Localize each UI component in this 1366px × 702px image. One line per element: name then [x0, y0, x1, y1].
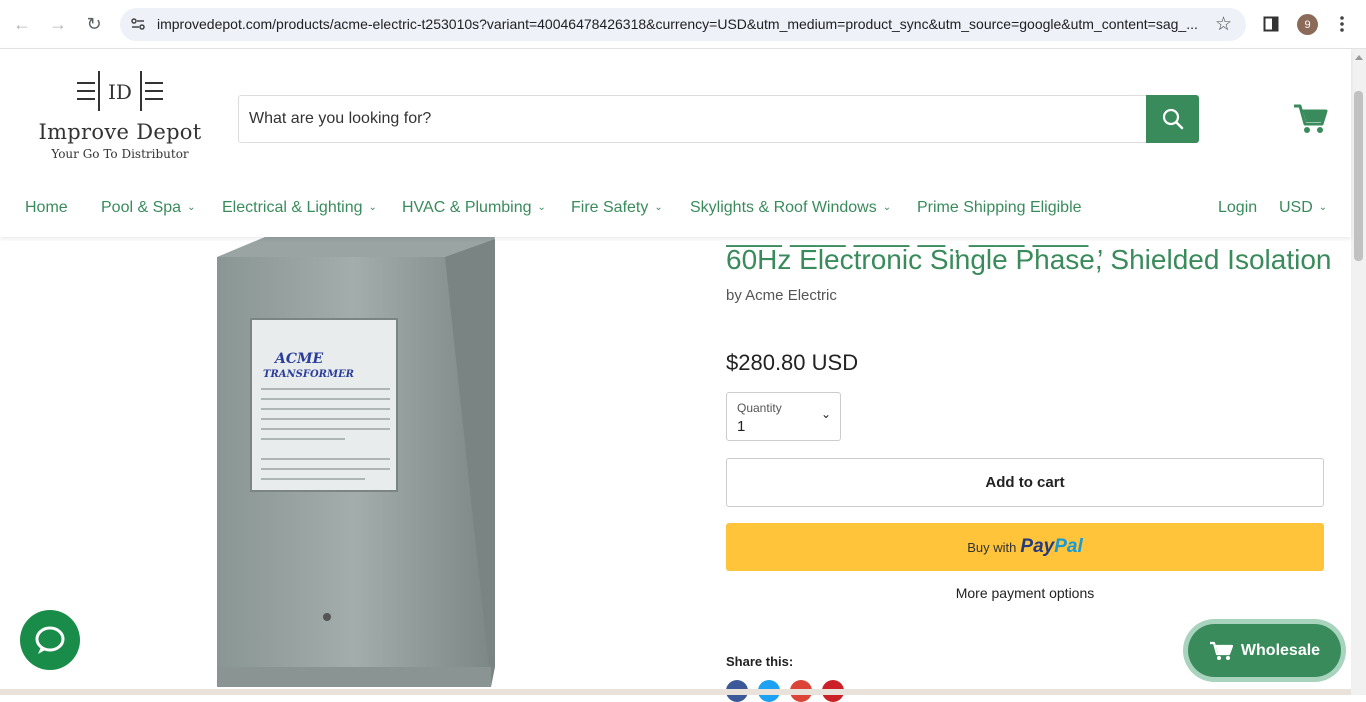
main-navigation: Home Pool & Spa ⌄ Electrical & Lighting ⌄ …: [0, 189, 1351, 229]
forward-icon[interactable]: →: [46, 12, 70, 36]
nav-item-electrical-lighting[interactable]: Electrical & Lighting ⌄: [222, 199, 377, 217]
paypal-prefix: Buy with: [967, 539, 1017, 555]
side-panel-icon[interactable]: [1263, 16, 1279, 32]
scrollbar-thumb[interactable]: [1354, 91, 1363, 261]
nav-item-skylights-roof-windows[interactable]: Skylights & Roof Windows ⌄: [690, 199, 891, 217]
profile-avatar[interactable]: 9: [1297, 14, 1318, 35]
svg-text:ACME: ACME: [273, 351, 324, 367]
paypal-logo-part-1: Pay: [1020, 536, 1055, 557]
chevron-down-icon: ⌄: [187, 202, 196, 214]
logo-name: Improve Depot: [38, 120, 202, 144]
site-logo[interactable]: ID Improve Depot Your Go To Distributor: [30, 69, 210, 169]
search-icon: [1162, 108, 1183, 130]
product-title: 60Hz Electronic Single Phase, Shielded I…: [726, 244, 1332, 275]
nav-item-pool-spa[interactable]: Pool & Spa ⌄: [101, 199, 195, 217]
product-price: $280.80 USD: [726, 350, 859, 375]
quantity-value: 1: [737, 418, 746, 435]
address-bar[interactable]: improvedepot.com/products/acme-electric-…: [120, 8, 1246, 41]
browser-toolbar: ← → ↻ improvedepot.com/products/acme-ele…: [0, 0, 1366, 49]
back-icon[interactable]: ←: [10, 12, 34, 36]
wholesale-widget[interactable]: Wholesale: [1183, 619, 1346, 682]
chat-widget-button[interactable]: [20, 610, 80, 670]
cart-icon[interactable]: [1292, 103, 1328, 135]
site-settings-icon[interactable]: [130, 16, 146, 32]
quantity-label: Quantity: [737, 401, 782, 415]
chevron-down-icon: ⌄: [537, 202, 546, 214]
reload-icon[interactable]: ↻: [82, 12, 106, 36]
chevron-down-icon: ⌄: [654, 202, 663, 214]
login-link[interactable]: Login: [1218, 199, 1257, 217]
wholesale-label: Wholesale: [1240, 641, 1321, 659]
search-bar: [238, 95, 1199, 143]
share-label: Share this:: [726, 654, 794, 669]
add-to-cart-button[interactable]: Add to cart: [726, 458, 1324, 507]
url-text[interactable]: improvedepot.com/products/acme-electric-…: [157, 16, 1207, 32]
nav-item-hvac-plumbing[interactable]: HVAC & Plumbing ⌄: [402, 199, 546, 217]
chevron-down-icon: ⌄: [820, 407, 831, 421]
page-bottom-strip: [0, 689, 1351, 695]
product-image[interactable]: ACME TRANSFORMER: [205, 237, 505, 695]
browser-menu-icon[interactable]: [1339, 15, 1345, 33]
currency-selector[interactable]: USD ⌄: [1279, 199, 1327, 217]
page-scrollbar[interactable]: [1351, 49, 1366, 695]
bookmark-star-icon[interactable]: ☆: [1215, 13, 1232, 36]
search-button[interactable]: [1146, 95, 1199, 143]
nav-item-home[interactable]: Home: [25, 199, 68, 217]
more-payment-options-link[interactable]: More payment options: [726, 585, 1324, 601]
product-vendor[interactable]: by Acme Electric: [726, 287, 837, 304]
search-input[interactable]: [239, 96, 1147, 142]
site-header: ID Improve Depot Your Go To Distributor …: [0, 49, 1351, 237]
paypal-logo-part-2: Pal: [1054, 536, 1083, 557]
logo-mark-icon: ID: [77, 71, 163, 111]
cart-icon: [1209, 641, 1233, 660]
nav-item-prime-shipping[interactable]: Prime Shipping Eligible: [917, 199, 1082, 217]
quantity-select[interactable]: Quantity 1 ⌄: [726, 392, 841, 441]
svg-text:TRANSFORMER: TRANSFORMER: [263, 369, 354, 380]
chevron-down-icon: ⌄: [1318, 202, 1328, 214]
wholesale-button[interactable]: Wholesale: [1188, 624, 1341, 677]
svg-text:ID: ID: [108, 80, 132, 104]
scroll-up-arrow-icon[interactable]: [1355, 55, 1363, 60]
paypal-button[interactable]: Buy with Pay Pal: [726, 523, 1324, 571]
chevron-down-icon: ⌄: [882, 202, 892, 214]
nav-item-fire-safety[interactable]: Fire Safety ⌄: [571, 199, 663, 217]
logo-tagline: Your Go To Distributor: [51, 147, 189, 161]
chat-bubble-icon: [35, 626, 65, 654]
chevron-down-icon: ⌄: [368, 202, 377, 214]
